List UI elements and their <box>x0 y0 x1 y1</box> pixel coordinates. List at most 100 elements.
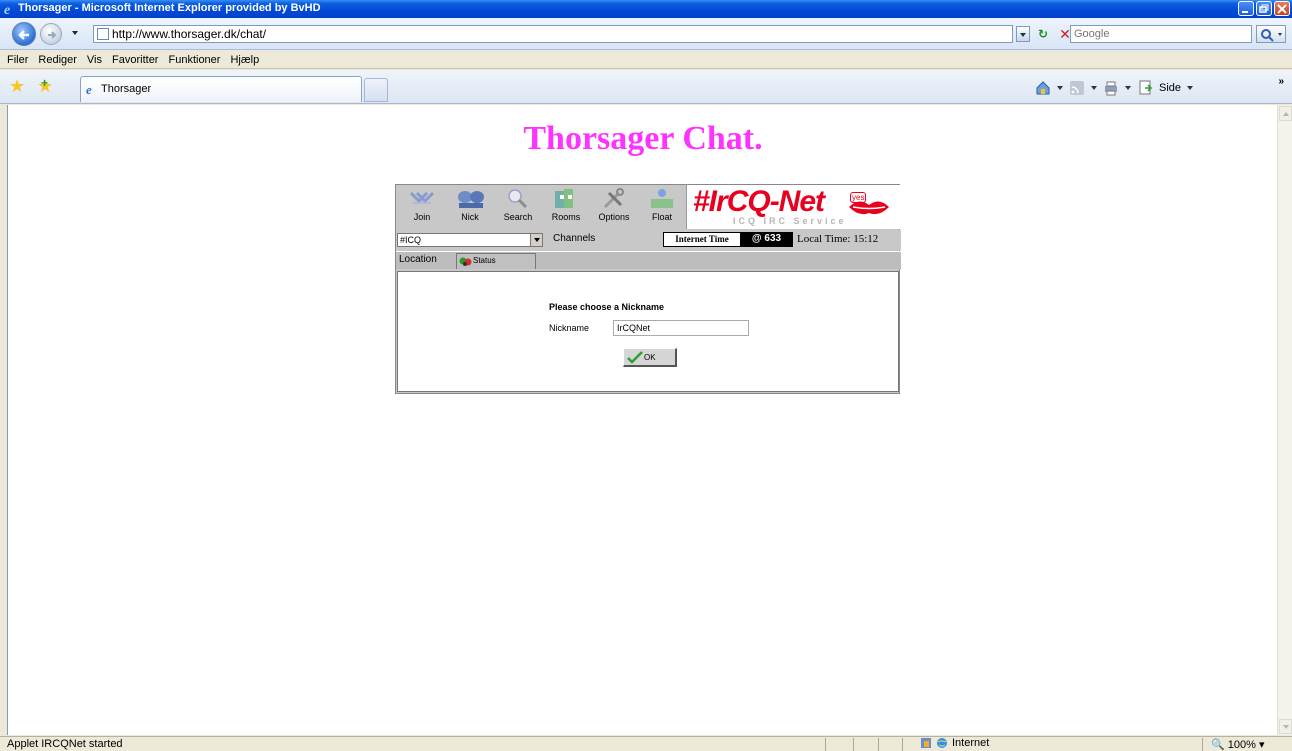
status-icon <box>459 257 472 266</box>
tab-label: Thorsager <box>101 83 152 95</box>
close-window-button[interactable] <box>1274 1 1290 16</box>
restore-icon <box>1259 4 1269 13</box>
search-input[interactable] <box>1071 26 1241 42</box>
local-time: Local Time: 15:12 <box>797 233 879 245</box>
address-toolbar: ↻ ✕ <box>0 18 1292 50</box>
page-menu-label[interactable]: Side <box>1159 82 1181 94</box>
channel-row: #ICQ Channels Internet Time @ 633 Local … <box>396 230 901 250</box>
vertical-scrollbar[interactable] <box>1277 105 1292 735</box>
svg-text:e: e <box>86 83 92 95</box>
logo-text: #IrCQ-Net <box>693 185 825 218</box>
page-content: Thorsager Chat. Join Nick Search Rooms O… <box>7 105 1277 735</box>
logo-subtext: ICQ IRC Service <box>733 216 847 226</box>
status-divider <box>825 738 826 751</box>
menu-filer[interactable]: Filer <box>7 51 28 68</box>
print-dropdown[interactable] <box>1125 86 1131 90</box>
forward-button[interactable] <box>40 23 62 45</box>
scroll-down-button[interactable] <box>1279 719 1292 734</box>
checkmark-icon <box>627 351 643 364</box>
tab-row: ★ ★ e Thorsager Side » <box>0 70 1292 104</box>
address-bar[interactable] <box>93 25 1013 43</box>
status-text: Applet IRCQNet started <box>7 738 123 750</box>
print-icon[interactable] <box>1103 80 1119 96</box>
channel-selected: #ICQ <box>400 235 422 245</box>
status-divider <box>878 738 879 751</box>
channel-dropdown-button[interactable] <box>530 234 542 246</box>
home-dropdown[interactable] <box>1057 86 1063 90</box>
menu-funktioner[interactable]: Funktioner <box>168 51 220 68</box>
tab-thorsager[interactable]: e Thorsager <box>80 76 362 102</box>
tab-status[interactable]: Status <box>456 253 536 269</box>
minimize-button[interactable] <box>1238 1 1254 16</box>
scroll-up-button[interactable] <box>1279 106 1292 121</box>
forward-arrow-icon <box>48 31 57 39</box>
back-arrow-icon <box>18 30 29 40</box>
zoom-level[interactable]: 🔍 100% ▾ <box>1211 738 1264 751</box>
channel-select[interactable]: #ICQ <box>397 233 543 247</box>
window-title: Thorsager - Microsoft Internet Explorer … <box>18 2 321 14</box>
nick-people-icon <box>458 191 484 208</box>
feeds-dropdown[interactable] <box>1091 86 1097 90</box>
tools-icon <box>603 188 624 209</box>
menu-bar: Filer Rediger Vis Favoritter Funktioner … <box>0 51 1292 69</box>
rooms-icon <box>555 189 573 208</box>
status-divider <box>1202 738 1203 751</box>
join-button[interactable]: Join <box>398 185 446 229</box>
search-applet-button[interactable]: Search <box>494 185 542 229</box>
menu-vis[interactable]: Vis <box>87 51 102 68</box>
search-icon <box>508 189 528 209</box>
nick-label: Nick <box>461 212 479 222</box>
location-label: Location <box>399 254 437 265</box>
chevron-more-icon[interactable]: » <box>1278 76 1284 87</box>
favorites-center-button[interactable]: ★ <box>9 77 25 95</box>
search-label: Search <box>503 212 533 222</box>
page-menu-dropdown[interactable] <box>1187 86 1194 90</box>
page-icon <box>97 28 109 40</box>
lips-icon <box>849 201 889 215</box>
ie-page-icon: e <box>86 83 92 95</box>
search-box[interactable] <box>1070 25 1252 43</box>
options-label: Options <box>598 212 630 222</box>
rooms-label: Rooms <box>551 212 581 222</box>
rooms-button[interactable]: Rooms <box>542 185 590 229</box>
ok-button[interactable]: OK <box>623 348 677 367</box>
refresh-button[interactable]: ↻ <box>1034 26 1052 42</box>
address-dropdown-button[interactable] <box>1016 26 1030 42</box>
home-icon[interactable] <box>1035 80 1051 96</box>
join-icon <box>409 191 435 204</box>
feeds-icon[interactable] <box>1069 80 1085 96</box>
back-button[interactable] <box>12 22 36 46</box>
add-favorite-button[interactable]: ★ <box>37 74 53 95</box>
internet-time-value: @ 633 <box>740 232 793 247</box>
search-button[interactable] <box>1256 25 1286 43</box>
new-tab-button[interactable] <box>364 78 388 102</box>
nickname-input[interactable] <box>613 320 749 336</box>
security-zone[interactable]: Internet <box>920 737 989 749</box>
title-bar[interactable]: e Thorsager - Microsoft Internet Explore… <box>0 0 1292 18</box>
search-options-dropdown[interactable] <box>1278 33 1282 36</box>
zoom-value: 100% <box>1227 739 1256 751</box>
status-tab-label: Status <box>473 256 496 265</box>
float-label: Float <box>651 212 672 222</box>
minimize-icon <box>1242 11 1248 13</box>
ok-label: OK <box>644 353 656 362</box>
menu-hjaelp[interactable]: Hjælp <box>230 51 259 68</box>
applet-toolbar: Join Nick Search Rooms Options Float <box>396 185 686 229</box>
history-dropdown-button[interactable] <box>72 31 78 35</box>
menu-rediger[interactable]: Rediger <box>38 51 77 68</box>
join-label: Join <box>413 212 431 222</box>
page-title: Thorsager Chat. <box>523 120 763 157</box>
page-menu-icon[interactable] <box>1137 80 1153 96</box>
browser-window: e Thorsager - Microsoft Internet Explore… <box>0 0 1292 751</box>
maximize-button[interactable] <box>1256 1 1272 16</box>
protected-mode-icon <box>921 738 931 748</box>
options-button[interactable]: Options <box>590 185 638 229</box>
globe-icon <box>937 738 947 748</box>
close-icon <box>1277 4 1287 14</box>
nick-button[interactable]: Nick <box>446 185 494 229</box>
dialog-title: Please choose a Nickname <box>549 302 665 312</box>
zone-label: Internet <box>952 737 990 749</box>
menu-favoritter[interactable]: Favoritter <box>112 51 158 68</box>
float-button[interactable]: Float <box>638 185 686 229</box>
url-input[interactable] <box>112 27 992 41</box>
